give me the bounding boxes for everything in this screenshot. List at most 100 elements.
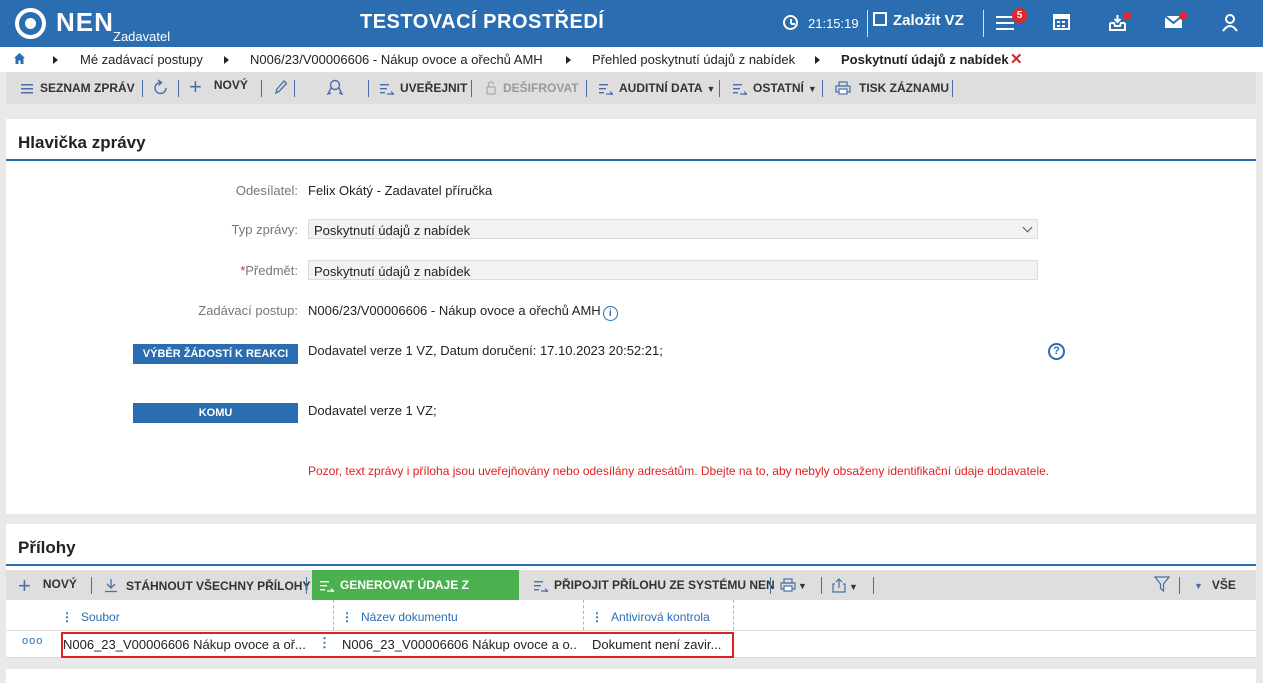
breadcrumb-item[interactable]: Mé zadávací postupy xyxy=(80,52,203,67)
nen-logo-icon[interactable] xyxy=(15,8,46,39)
create-tender-label: Založit VZ xyxy=(893,12,964,29)
attachments-toolbar: + NOVÝ STÁHNOUT VŠECHNY PŘÍLOHY GENEROVAT… xyxy=(6,570,1256,622)
recipients-button[interactable]: KOMU xyxy=(133,403,298,423)
notification-badge: 5 xyxy=(1012,8,1027,23)
caret-down-icon: ▼ xyxy=(1194,581,1203,591)
edit-icon xyxy=(873,12,887,26)
decrypt-label: DEŠIFROVAT xyxy=(503,81,579,95)
subject-input[interactable]: Poskytnutí údajů z nabídek xyxy=(308,260,1038,280)
column-divider xyxy=(733,600,734,630)
divider xyxy=(586,80,587,97)
message-list-label: SEZNAM ZPRÁV xyxy=(40,81,135,95)
plus-icon: + xyxy=(18,573,31,598)
row-menu-icon[interactable]: ooo xyxy=(22,635,43,647)
column-header-file[interactable]: ⋮ Soubor xyxy=(61,610,120,624)
calendar-icon[interactable] xyxy=(1053,13,1075,33)
pencil-icon[interactable] xyxy=(274,79,288,95)
subject-label-text: Předmět: xyxy=(245,263,298,278)
new-attachment-button[interactable]: + NOVÝ xyxy=(18,573,77,599)
chevron-down-icon xyxy=(1022,222,1033,233)
publish-button[interactable]: UVEŘEJNIT xyxy=(380,81,467,95)
divider xyxy=(719,80,720,97)
caret-down-icon: ▼ xyxy=(849,582,858,592)
user-icon[interactable] xyxy=(1221,13,1243,33)
divider xyxy=(770,577,771,594)
divider xyxy=(261,80,262,97)
view-all-dropdown[interactable]: ▼ VŠE xyxy=(1194,578,1236,592)
procedure-label: Zadávací postup: xyxy=(198,303,298,318)
export-dropdown[interactable]: ▼ xyxy=(832,578,858,593)
select-requests-button[interactable]: VÝBĚR ŽÁDOSTÍ K REAKCI xyxy=(133,344,298,364)
procedure-value: N006/23/V00006606 - Nákup ovoce a ořechů… xyxy=(308,303,618,321)
create-tender-button[interactable]: Založit VZ xyxy=(873,12,964,29)
divider xyxy=(471,80,472,97)
breadcrumb-item[interactable]: N006/23/V00006606 - Nákup ovoce a ořechů… xyxy=(250,52,543,67)
attach-from-nen-button[interactable]: PŘIPOJIT PŘÍLOHU ZE SYSTÉMU NEN xyxy=(534,578,775,592)
breadcrumb-item[interactable]: Přehled poskytnutí údajů z nabídek xyxy=(592,52,795,67)
printer-icon xyxy=(835,81,851,95)
divider xyxy=(294,80,295,97)
filter-icon[interactable] xyxy=(1154,576,1170,592)
decrypt-button[interactable]: DEŠIFROVAT xyxy=(486,81,579,95)
generate-data-button[interactable]: GENEROVAT ÚDAJE Z NABÍDEK xyxy=(312,570,519,622)
attach-icon xyxy=(534,579,549,592)
message-list-button[interactable]: SEZNAM ZPRÁV xyxy=(21,81,135,95)
message-type-select[interactable]: Poskytnutí údajů z nabídek xyxy=(308,219,1038,239)
divider xyxy=(821,577,822,594)
help-icon[interactable]: ? xyxy=(1048,343,1065,360)
divider xyxy=(983,10,984,37)
caret-down-icon: ▼ xyxy=(798,581,807,591)
divider xyxy=(178,80,179,97)
home-icon[interactable] xyxy=(13,52,26,65)
column-header-document-name[interactable]: ⋮ Název dokumentu xyxy=(341,610,458,624)
audit-data-label: AUDITNÍ DATA xyxy=(619,81,703,95)
column-divider xyxy=(583,600,584,630)
refresh-icon[interactable] xyxy=(152,79,170,97)
message-toolbar: SEZNAM ZPRÁV + NOVÝ UVEŘEJNIT DEŠIFROVAT … xyxy=(6,72,1256,104)
divider xyxy=(822,80,823,97)
inbox-alert-dot xyxy=(1123,12,1131,20)
column-header-antivirus[interactable]: ⋮ Antivirová kontrola xyxy=(591,610,710,624)
logo-text[interactable]: NEN xyxy=(56,7,114,38)
column-menu-icon: ⋮ xyxy=(591,610,603,624)
message-header-panel: Hlavička zprávy Odesílatel: Felix Okátý … xyxy=(6,119,1256,514)
plus-icon: + xyxy=(189,74,202,99)
download-all-label: STÁHNOUT VŠECHNY PŘÍLOHY xyxy=(126,579,311,593)
audit-data-dropdown[interactable]: AUDITNÍ DATA ▼ xyxy=(599,81,715,95)
breadcrumb: Mé zadávací postupy N006/23/V00006606 - … xyxy=(0,47,1263,72)
warning-text: Pozor, text zprávy i příloha jsou uveřej… xyxy=(308,464,1050,478)
print-record-label: TISK ZÁZNAMU xyxy=(859,81,949,95)
download-icon xyxy=(104,578,118,593)
close-icon[interactable]: ✕ xyxy=(1010,50,1023,68)
divider xyxy=(142,80,143,97)
recipients-value: Dodavatel verze 1 VZ; xyxy=(308,403,437,418)
column-header-label: Soubor xyxy=(81,610,120,624)
list-icon xyxy=(21,83,33,94)
column-header-label: Název dokumentu xyxy=(361,610,458,624)
procedure-text: N006/23/V00006606 - Nákup ovoce a ořechů… xyxy=(308,303,601,318)
caret-down-icon: ▼ xyxy=(706,84,716,94)
print-record-button[interactable]: TISK ZÁZNAMU xyxy=(835,81,949,95)
divider xyxy=(306,577,307,594)
caret-down-icon: ▼ xyxy=(807,84,817,94)
breadcrumb-separator-icon xyxy=(815,56,820,64)
award-icon[interactable] xyxy=(326,79,344,95)
divider xyxy=(873,577,874,594)
new-message-button[interactable]: + NOVÝ xyxy=(189,76,248,98)
breadcrumb-current: Poskytnutí údajů z nabídek xyxy=(841,52,1009,67)
new-message-label: NOVÝ xyxy=(213,78,248,92)
other-icon xyxy=(733,82,748,95)
sender-value: Felix Okátý - Zadavatel příručka xyxy=(308,183,493,198)
new-attachment-label: NOVÝ xyxy=(42,577,77,591)
share-icon xyxy=(832,578,846,593)
print-dropdown[interactable]: ▼ xyxy=(780,578,807,592)
other-dropdown[interactable]: OSTATNÍ ▼ xyxy=(733,81,817,95)
download-all-button[interactable]: STÁHNOUT VŠECHNY PŘÍLOHY xyxy=(104,578,310,593)
session-time: 21:15:19 xyxy=(808,16,859,31)
logo-subtitle: Zadavatel xyxy=(113,29,171,44)
info-icon[interactable]: i xyxy=(602,306,618,321)
environment-title: TESTOVACÍ PROSTŘEDÍ xyxy=(360,11,605,33)
publish-label: UVEŘEJNIT xyxy=(400,81,468,95)
subject-value: Poskytnutí údajů z nabídek xyxy=(314,264,471,279)
divider xyxy=(867,10,868,37)
